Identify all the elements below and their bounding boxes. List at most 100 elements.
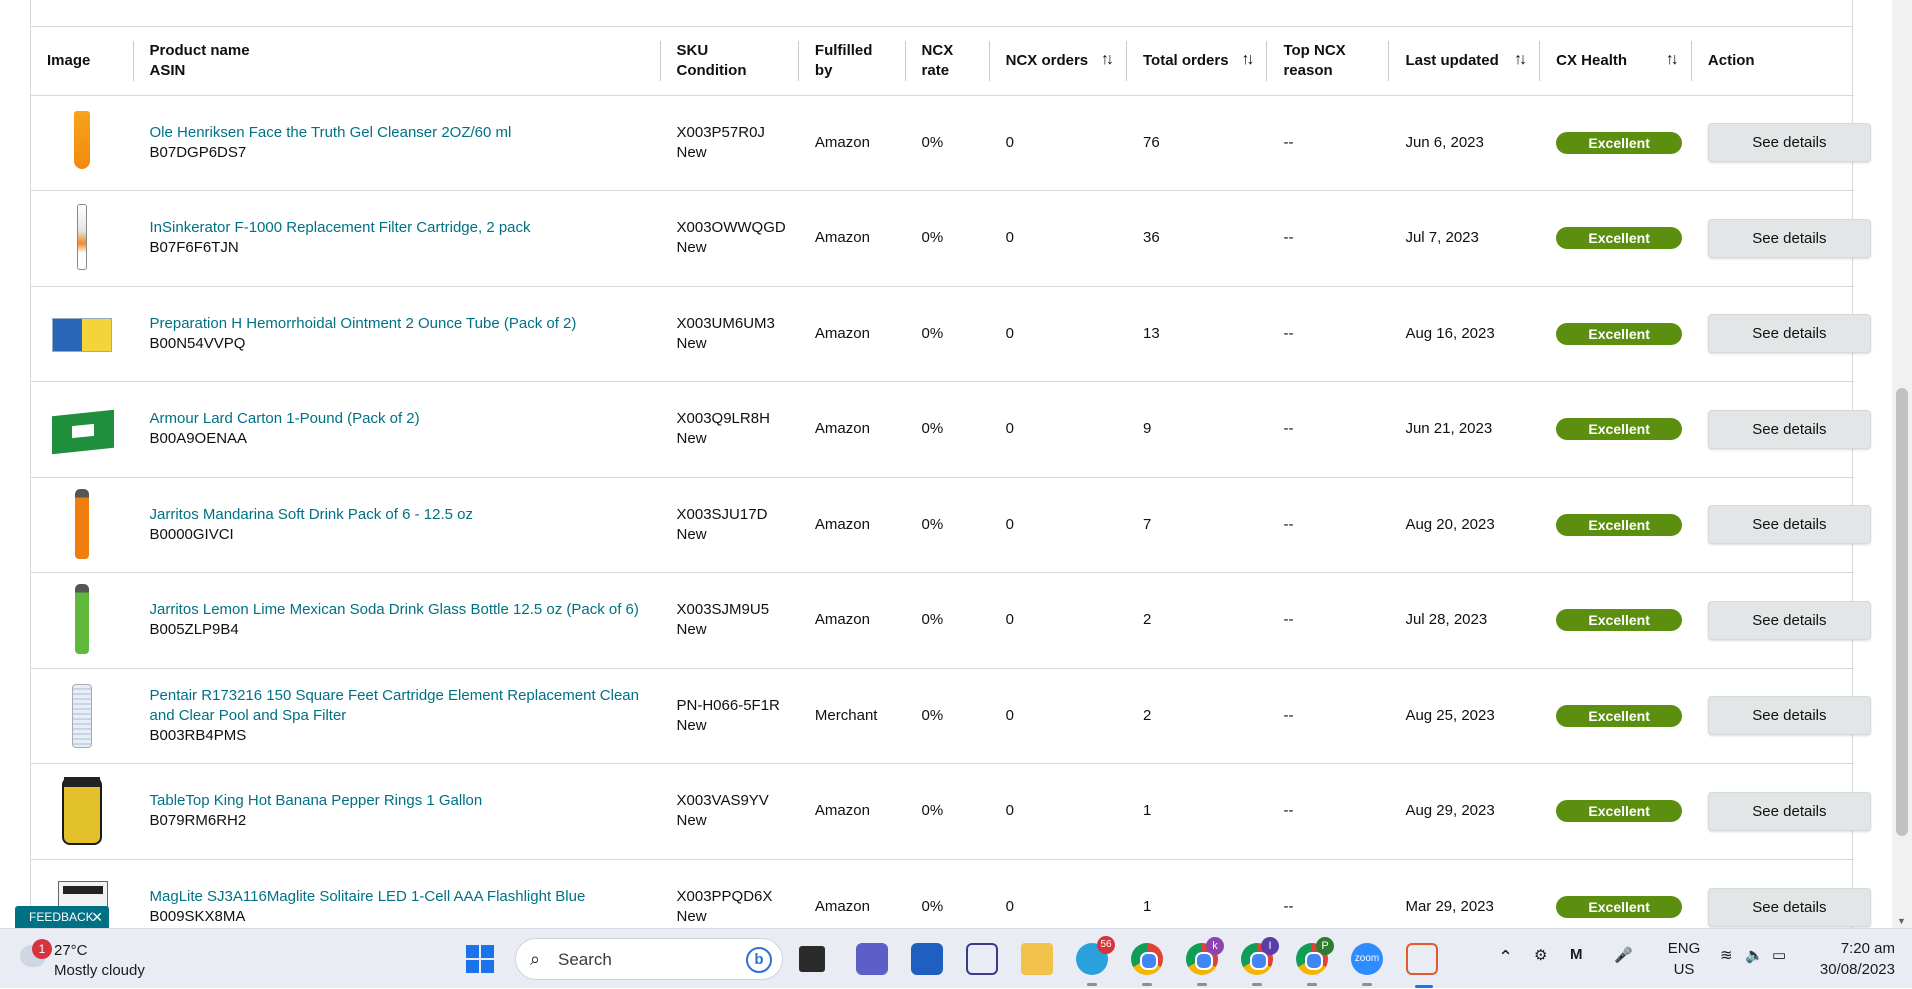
- sku-cell: X003UM6UM3 New: [661, 286, 799, 382]
- header-last-updated[interactable]: Last updated ↑↓: [1389, 27, 1541, 95]
- gmail-icon[interactable]: [966, 943, 998, 975]
- see-details-button[interactable]: See details: [1707, 887, 1871, 927]
- header-total-orders[interactable]: Total orders ↑↓: [1127, 27, 1268, 95]
- product-name-link[interactable]: Armour Lard Carton 1-Pound (Pack of 2): [150, 409, 645, 429]
- gmail-tray-icon[interactable]: M: [1570, 946, 1583, 963]
- table-row: Pentair R173216 150 Square Feet Cartridg…: [31, 668, 1871, 764]
- condition-text: New: [676, 430, 707, 448]
- sort-arrows-icon[interactable]: ↑↓: [1101, 50, 1114, 70]
- cx-health-badge: Excellent: [1556, 609, 1683, 632]
- language-code: ENG: [1667, 940, 1701, 957]
- sku-cell: X003OWWQGD New: [661, 191, 799, 287]
- search-label: Search: [558, 950, 612, 969]
- bing-icon[interactable]: b: [746, 947, 772, 973]
- see-details-button[interactable]: See details: [1707, 409, 1871, 449]
- product-thumbnail[interactable]: [50, 393, 115, 465]
- profile-avatar: I: [1261, 937, 1279, 955]
- cx-health-badge: Excellent: [1556, 800, 1683, 823]
- scrollbar-thumb[interactable]: [1896, 388, 1908, 836]
- product-name-link[interactable]: TableTop King Hot Banana Pepper Rings 1 …: [150, 791, 645, 811]
- sku-text: X003Q9LR8H: [676, 410, 770, 428]
- zoom-icon[interactable]: zoom: [1351, 943, 1383, 986]
- fulfilled-by-cell: Amazon: [814, 133, 870, 151]
- chrome-profile-icon[interactable]: I: [1241, 937, 1279, 986]
- cx-health-cell: Excellent: [1540, 668, 1692, 764]
- header-fulfilled-by: Fulfilled by: [799, 27, 906, 95]
- see-details-button[interactable]: See details: [1707, 123, 1871, 163]
- microphone-icon[interactable]: 🎤: [1614, 946, 1633, 964]
- product-name-link[interactable]: Pentair R173216 150 Square Feet Cartridg…: [150, 686, 645, 726]
- cx-health-badge: Excellent: [1556, 227, 1683, 250]
- feedback-close-icon[interactable]: ✕: [91, 906, 103, 928]
- store-icon[interactable]: [911, 943, 943, 975]
- see-details-button[interactable]: See details: [1707, 791, 1871, 831]
- product-thumbnail[interactable]: [50, 584, 114, 656]
- region-code: US: [1673, 961, 1695, 978]
- chrome-profile-icon[interactable]: P: [1296, 937, 1334, 986]
- speaker-icon[interactable]: 🔈: [1745, 946, 1764, 964]
- header-ncx-rate-label: NCX rate: [921, 41, 954, 79]
- table-row: Ole Henriksen Face the Truth Gel Cleanse…: [31, 95, 1871, 191]
- product-name-link[interactable]: Jarritos Mandarina Soft Drink Pack of 6 …: [150, 505, 645, 525]
- settings-sliders-icon[interactable]: ⚙: [1534, 946, 1547, 964]
- see-details-button[interactable]: See details: [1707, 600, 1871, 640]
- product-name-cell: InSinkerator F-1000 Replacement Filter C…: [134, 191, 661, 287]
- last-updated-cell: Aug 16, 2023: [1405, 324, 1495, 342]
- sku-cell: X003Q9LR8H New: [661, 382, 799, 478]
- windows-start-icon[interactable]: [466, 945, 494, 973]
- task-view-icon[interactable]: [799, 946, 825, 972]
- product-name-cell: Pentair R173216 150 Square Feet Cartridg…: [134, 668, 661, 764]
- page-scrollbar[interactable]: ▼: [1892, 0, 1912, 928]
- feedback-tab[interactable]: FEEDBACK ✕: [15, 906, 109, 928]
- chevron-up-icon[interactable]: ⌃: [1498, 947, 1513, 968]
- sku-cell: X003P57R0J New: [661, 95, 799, 191]
- taskbar-search-box[interactable]: ⌕ Search b: [515, 938, 783, 980]
- total-orders-cell: 2: [1143, 706, 1152, 724]
- product-name-link[interactable]: Ole Henriksen Face the Truth Gel Cleanse…: [150, 123, 645, 143]
- sort-arrows-icon[interactable]: ↑↓: [1241, 50, 1254, 70]
- scroll-down-arrow-icon[interactable]: ▼: [1897, 916, 1906, 926]
- file-explorer-icon[interactable]: [1021, 943, 1053, 975]
- see-details-button[interactable]: See details: [1707, 696, 1871, 736]
- clock[interactable]: 7:20 am 30/08/2023: [1800, 938, 1895, 980]
- top-ncx-reason-cell: --: [1283, 898, 1294, 915]
- snipping-tool-icon[interactable]: [1406, 943, 1438, 988]
- language-indicator[interactable]: ENG US: [1666, 938, 1702, 980]
- weather-notification-badge: 1: [32, 939, 52, 959]
- header-product-name: Product name ASIN: [134, 27, 661, 95]
- see-details-button[interactable]: See details: [1707, 314, 1871, 354]
- telegram-icon[interactable]: 56: [1076, 936, 1115, 986]
- fulfilled-by-cell: Amazon: [814, 324, 870, 342]
- product-thumbnail[interactable]: [50, 680, 114, 752]
- product-name-link[interactable]: InSinkerator F-1000 Replacement Filter C…: [150, 218, 645, 238]
- product-name-link[interactable]: Jarritos Lemon Lime Mexican Soda Drink G…: [150, 600, 645, 620]
- sort-arrows-icon[interactable]: ↑↓: [1514, 50, 1527, 70]
- chat-icon[interactable]: [856, 943, 888, 975]
- see-details-button[interactable]: See details: [1707, 218, 1871, 258]
- system-tray: ⌃ ⚙ M 🎤 ENG US ≋ 🔈 ▭ 7:20 am 30/08/2023: [1490, 929, 1910, 989]
- last-updated-cell: Jun 21, 2023: [1405, 420, 1493, 438]
- action-cell: See details: [1692, 95, 1871, 191]
- product-thumbnail[interactable]: [50, 202, 114, 274]
- product-thumbnail[interactable]: [50, 775, 114, 847]
- see-details-button[interactable]: See details: [1707, 505, 1871, 545]
- sort-arrows-icon[interactable]: ↑↓: [1666, 50, 1679, 70]
- header-ncx-orders[interactable]: NCX orders ↑↓: [990, 27, 1127, 95]
- battery-icon[interactable]: ▭: [1772, 946, 1786, 964]
- product-thumbnail[interactable]: [50, 298, 114, 370]
- cx-health-badge: Excellent: [1556, 131, 1683, 154]
- product-thumbnail[interactable]: [50, 107, 114, 179]
- product-name-link[interactable]: MagLite SJ3A116Maglite Solitaire LED 1-C…: [150, 887, 645, 907]
- action-cell: See details: [1692, 764, 1871, 860]
- chrome-profile-icon[interactable]: k: [1186, 937, 1224, 986]
- product-thumbnail[interactable]: [50, 488, 114, 561]
- ncx-rate-cell: 0%: [921, 324, 944, 342]
- clock-time: 7:20 am: [1840, 940, 1895, 957]
- weather-widget[interactable]: 1 27°C Mostly cloudy: [14, 937, 174, 981]
- chrome-icon[interactable]: [1131, 943, 1163, 986]
- table-row: MagLite SJ3A116Maglite Solitaire LED 1-C…: [31, 859, 1871, 928]
- wifi-icon[interactable]: ≋: [1720, 946, 1733, 964]
- header-cx-health[interactable]: CX Health ↑↓: [1540, 27, 1692, 95]
- product-name-link[interactable]: Preparation H Hemorrhoidal Ointment 2 Ou…: [150, 314, 645, 334]
- last-updated-cell: Mar 29, 2023: [1405, 898, 1494, 915]
